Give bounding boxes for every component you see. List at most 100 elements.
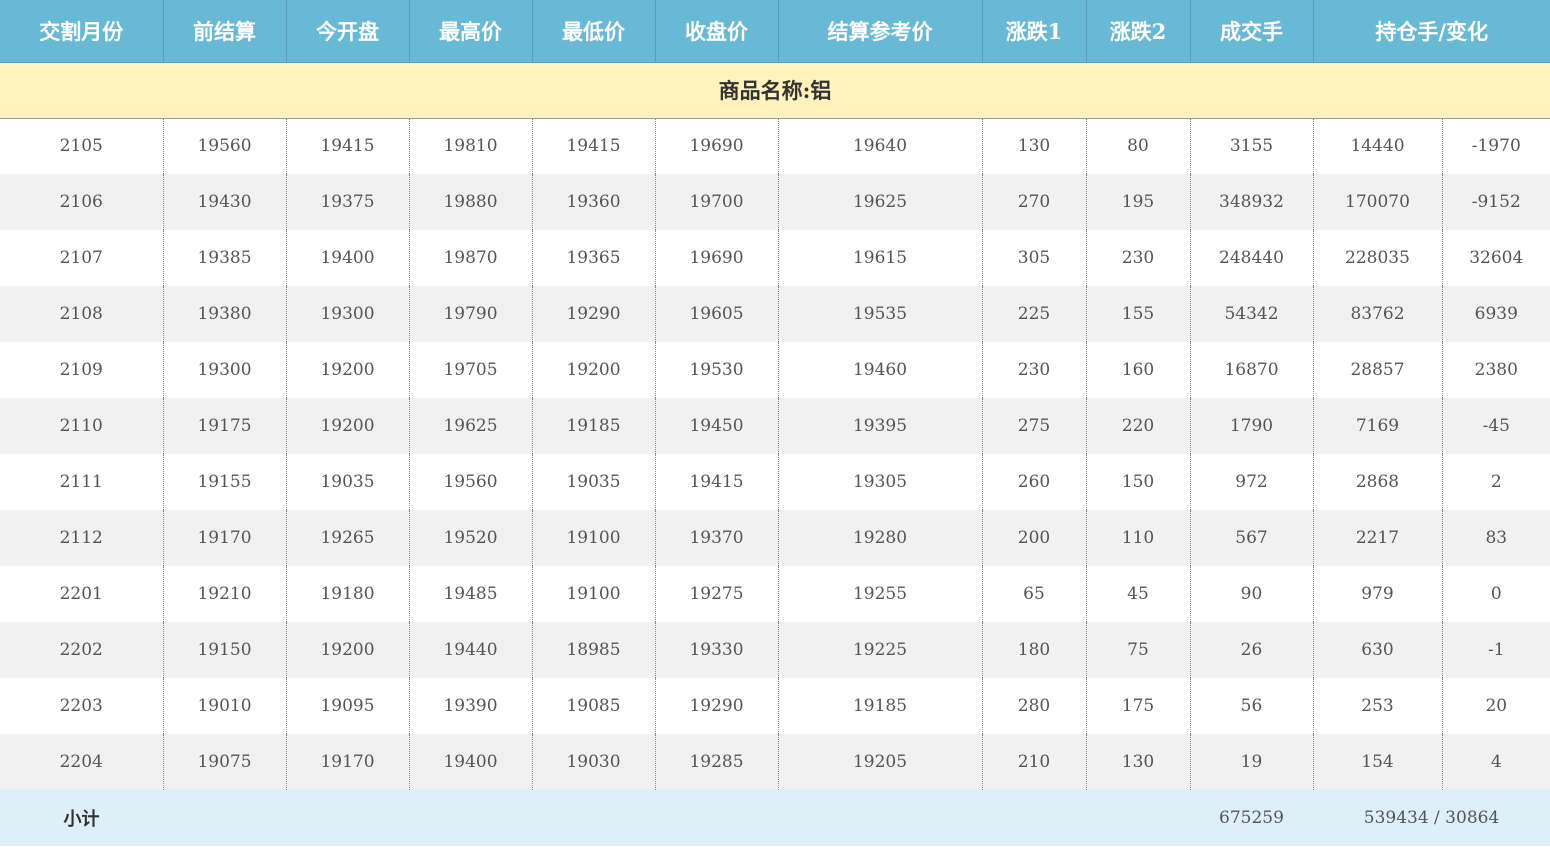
cell-open-interest: 2217 [1313,510,1443,566]
cell-open: 19170 [286,734,410,790]
cell-high: 19625 [409,398,533,454]
cell-open: 19035 [286,454,410,510]
cell-close: 19450 [655,398,779,454]
cell-prev-settle: 19430 [163,174,287,230]
col-header-open: 今开盘 [286,0,410,63]
col-header-open-interest: 持仓手/变化 [1313,0,1550,63]
cell-open-interest: 170070 [1313,174,1443,230]
col-header-low: 最低价 [532,0,656,63]
cell-oi-change: 32604 [1442,230,1550,286]
cell-open-interest: 14440 [1313,118,1443,174]
cell-settle-ref: 19625 [778,174,983,230]
col-header-delivery-month: 交割月份 [0,0,164,63]
cell-delivery-month: 2201 [0,566,164,622]
category-label: 商品名称:铝 [0,62,1550,119]
cell-volume: 16870 [1190,342,1314,398]
cell-close: 19370 [655,510,779,566]
cell-prev-settle: 19175 [163,398,287,454]
cell-volume: 19 [1190,734,1314,790]
cell-settle-ref: 19615 [778,230,983,286]
cell-open: 19200 [286,342,410,398]
cell-prev-settle: 19385 [163,230,287,286]
cell-prev-settle: 19010 [163,678,287,734]
cell-volume: 248440 [1190,230,1314,286]
cell-delivery-month: 2203 [0,678,164,734]
cell-open-interest: 253 [1313,678,1443,734]
cell-low: 19100 [532,566,656,622]
cell-change2: 130 [1086,734,1191,790]
cell-change2: 110 [1086,510,1191,566]
cell-low: 19185 [532,398,656,454]
cell-prev-settle: 19560 [163,118,287,174]
table-row: 2106 19430 19375 19880 19360 19700 19625 270 195… [0,174,1550,230]
cell-open-interest: 28857 [1313,342,1443,398]
cell-change1: 210 [982,734,1087,790]
cell-open-interest: 228035 [1313,230,1443,286]
cell-high: 19810 [409,118,533,174]
header-row: 交割月份 前结算 今开盘 最高价 最低价 收盘价 结算参考价 涨跌1 涨跌2 成… [0,0,1550,63]
cell-low: 19290 [532,286,656,342]
cell-close: 19275 [655,566,779,622]
cell-change1: 180 [982,622,1087,678]
cell-high: 19790 [409,286,533,342]
cell-open-interest: 2868 [1313,454,1443,510]
cell-close: 19290 [655,678,779,734]
cell-change2: 80 [1086,118,1191,174]
cell-delivery-month: 2110 [0,398,164,454]
cell-settle-ref: 19535 [778,286,983,342]
cell-change2: 155 [1086,286,1191,342]
subtotal-label: 小计 [0,790,163,846]
cell-settle-ref: 19640 [778,118,983,174]
cell-high: 19705 [409,342,533,398]
cell-high: 19485 [409,566,533,622]
cell-open: 19300 [286,286,410,342]
cell-close: 19330 [655,622,779,678]
subtotal-row: 小计 675259 539434 / 30864 [0,790,1550,846]
cell-prev-settle: 19075 [163,734,287,790]
table-row: 2105 19560 19415 19810 19415 19690 19640 130 80 3… [0,118,1550,174]
cell-open-interest: 979 [1313,566,1443,622]
cell-close: 19285 [655,734,779,790]
cell-change1: 230 [982,342,1087,398]
col-header-change2: 涨跌2 [1086,0,1191,63]
cell-high: 19870 [409,230,533,286]
table-row: 2111 19155 19035 19560 19035 19415 19305 260 150… [0,454,1550,510]
cell-prev-settle: 19155 [163,454,287,510]
cell-oi-change: 0 [1442,566,1550,622]
cell-open: 19400 [286,230,410,286]
cell-change2: 150 [1086,454,1191,510]
cell-open: 19180 [286,566,410,622]
cell-low: 19085 [532,678,656,734]
cell-delivery-month: 2202 [0,622,164,678]
cell-delivery-month: 2108 [0,286,164,342]
cell-low: 19030 [532,734,656,790]
cell-change1: 65 [982,566,1087,622]
cell-low: 19415 [532,118,656,174]
cell-change2: 160 [1086,342,1191,398]
cell-open: 19200 [286,622,410,678]
cell-change1: 260 [982,454,1087,510]
col-header-volume: 成交手 [1190,0,1314,63]
cell-settle-ref: 19205 [778,734,983,790]
cell-delivery-month: 2107 [0,230,164,286]
cell-change1: 305 [982,230,1087,286]
cell-low: 19035 [532,454,656,510]
cell-change1: 280 [982,678,1087,734]
table-row: 2108 19380 19300 19790 19290 19605 19535 225 155… [0,286,1550,342]
cell-settle-ref: 19185 [778,678,983,734]
cell-delivery-month: 2105 [0,118,164,174]
cell-low: 19200 [532,342,656,398]
cell-change1: 275 [982,398,1087,454]
cell-change2: 230 [1086,230,1191,286]
cell-close: 19530 [655,342,779,398]
cell-volume: 1790 [1190,398,1314,454]
cell-high: 19390 [409,678,533,734]
cell-volume: 26 [1190,622,1314,678]
cell-volume: 972 [1190,454,1314,510]
cell-close: 19690 [655,118,779,174]
table-row: 2109 19300 19200 19705 19200 19530 19460 230 160… [0,342,1550,398]
cell-low: 18985 [532,622,656,678]
cell-settle-ref: 19225 [778,622,983,678]
cell-change2: 45 [1086,566,1191,622]
cell-change1: 130 [982,118,1087,174]
